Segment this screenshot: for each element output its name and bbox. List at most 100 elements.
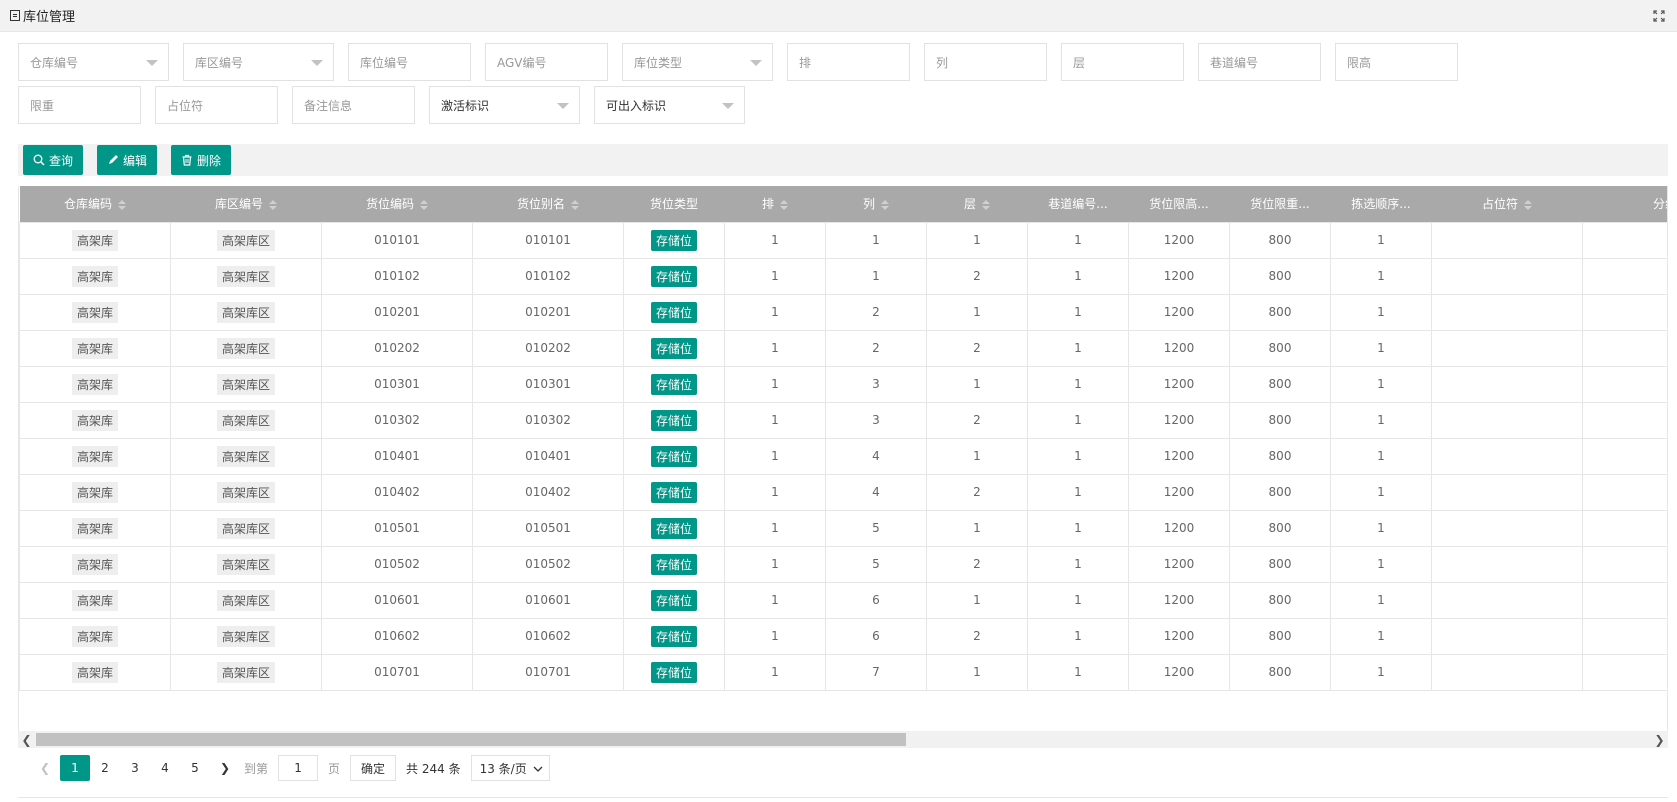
sort-icon[interactable] [420, 199, 428, 210]
scroll-left-icon[interactable]: ❮ [18, 731, 35, 748]
filter-input-0-row2[interactable]: 限重 [18, 86, 141, 124]
filter-input-2-row1[interactable]: 库位编号 [348, 43, 471, 81]
column-header[interactable]: 列 [826, 186, 927, 222]
scrollbar-thumb[interactable] [36, 733, 906, 746]
filter-input-5-row1[interactable]: 排 [787, 43, 910, 81]
fullscreen-icon[interactable] [1653, 10, 1665, 22]
table-cell: 1 [724, 653, 826, 691]
cell-value: 010401 [374, 449, 420, 463]
table-cell: 800 [1229, 581, 1331, 619]
table-row[interactable]: 高架库 高架库区 010101 010101 存储位 1 1 1 1 1200 800 1 0 [19, 221, 1667, 259]
table-cell: 1 [1330, 473, 1432, 511]
sort-icon[interactable] [118, 199, 126, 210]
filter-input-7-row1[interactable]: 层 [1061, 43, 1184, 81]
table-row[interactable]: 高架库 高架库区 010701 010701 存储位 1 7 1 1 1200 800 1 0 [19, 653, 1667, 691]
table-row[interactable]: 高架库 高架库区 010102 010102 存储位 1 1 2 1 1200 800 1 0 [19, 257, 1667, 295]
table-cell: 高架库区 [170, 473, 322, 511]
table-row[interactable]: 高架库 高架库区 010501 010501 存储位 1 5 1 1 1200 800 1 0 [19, 509, 1667, 547]
table-row[interactable]: 高架库 高架库区 010202 010202 存储位 1 2 2 1 1200 800 1 0 [19, 329, 1667, 367]
column-header[interactable]: 库区编号 [171, 186, 322, 222]
page-number[interactable]: 3 [120, 755, 150, 781]
page-number[interactable]: 5 [180, 755, 210, 781]
page-number[interactable]: 1 [60, 755, 90, 781]
table-cell: 1 [1330, 293, 1432, 331]
column-header[interactable]: 分组标识 [1583, 186, 1667, 222]
filter-select-0-row1[interactable]: 仓库编号 [18, 43, 169, 81]
column-header[interactable]: 货位别名 [473, 186, 624, 222]
cell-value: 010102 [525, 269, 571, 283]
table-row[interactable]: 高架库高架库区010601010601存储位1611120080010 [19, 581, 1667, 619]
cell-value: 4 [872, 485, 880, 499]
table-cell: 1 [1330, 257, 1432, 295]
table-row[interactable]: 高架库 高架库区 010602 010602 存储位 1 6 2 1 1200 800 1 0 [19, 617, 1667, 655]
edit-button[interactable]: 编辑 [97, 145, 158, 175]
table-row[interactable]: 高架库 高架库区 010402 010402 存储位 1 4 2 1 1200 800 1 0 [19, 473, 1667, 511]
sort-icon[interactable] [881, 199, 889, 210]
filter-placeholder: 可出入标识 [606, 98, 667, 113]
table-cell: 1 [1027, 545, 1129, 583]
column-header[interactable]: 货位类型 [624, 186, 725, 222]
filter-select-1-row1[interactable]: 库区编号 [183, 43, 334, 81]
column-header[interactable]: 拣选顺序... [1331, 186, 1432, 222]
scroll-right-icon[interactable]: ❯ [1651, 731, 1668, 748]
zone-tag: 高架库 [71, 373, 118, 395]
table-row[interactable]: 高架库 高架库区 010401 010401 存储位 1 4 1 1 1200 800 1 0 [19, 437, 1667, 475]
column-header[interactable]: 货位限高... [1129, 186, 1230, 222]
filter-select-3-row2[interactable]: 激活标识 [429, 86, 580, 124]
cell-value: 010201 [525, 305, 571, 319]
filter-input-6-row1[interactable]: 列 [924, 43, 1047, 81]
next-page-icon[interactable]: ❯ [210, 755, 240, 781]
horizontal-scrollbar[interactable]: ❮ ❯ [18, 731, 1668, 748]
page-size-select[interactable]: 13 条/页 [470, 755, 550, 781]
caret-down-icon [750, 60, 762, 66]
table-row[interactable]: 高架库 高架库区 010201 010201 存储位 1 2 1 1 1200 800 1 0 [19, 293, 1667, 331]
sort-icon[interactable] [571, 199, 579, 210]
table-row[interactable]: 高架库 高架库区 010302 010302 存储位 1 3 2 1 1200 800 1 0 [19, 401, 1667, 439]
zone-tag: 高架库 [71, 445, 118, 467]
page-number[interactable]: 2 [90, 755, 120, 781]
cell-value: 010502 [525, 557, 571, 571]
column-header[interactable]: 层 [927, 186, 1028, 222]
goto-confirm-button[interactable]: 确定 [350, 755, 397, 781]
query-button[interactable]: 查询 [23, 145, 84, 175]
filter-input-2-row2[interactable]: 备注信息 [292, 86, 415, 124]
cell-value: 1 [771, 557, 779, 571]
filter-select-4-row2[interactable]: 可出入标识 [594, 86, 745, 124]
filter-input-9-row1[interactable]: 限高 [1335, 43, 1458, 81]
table-cell: 高架库区 [170, 545, 322, 583]
column-header[interactable]: 货位限重... [1230, 186, 1331, 222]
table-cell: 1 [825, 221, 927, 259]
sort-icon[interactable] [269, 199, 277, 210]
column-header[interactable]: 排 [725, 186, 826, 222]
sort-icon[interactable] [982, 199, 990, 210]
table-cell: 1200 [1128, 545, 1230, 583]
table-cell: 存储位 [623, 221, 725, 259]
sort-icon[interactable] [780, 199, 788, 210]
filter-input-3-row1[interactable]: AGV编号 [485, 43, 608, 81]
column-header[interactable]: 占位符 [1432, 186, 1583, 222]
query-button-label: 查询 [49, 153, 74, 168]
page-number[interactable]: 4 [150, 755, 180, 781]
table-row[interactable]: 高架库 高架库区 010502 010502 存储位 1 5 2 1 1200 800 1 0 [19, 545, 1667, 583]
table-cell: 1 [1027, 401, 1129, 439]
prev-page-icon[interactable]: ❮ [30, 755, 60, 781]
table-cell [1431, 257, 1583, 295]
cell-value: 1200 [1163, 593, 1195, 607]
table-cell: 010202 [321, 329, 473, 367]
goto-page-input[interactable]: 1 [278, 755, 319, 781]
column-header[interactable]: 巷道编号... [1028, 186, 1129, 222]
column-header[interactable]: 仓库编码 [20, 186, 171, 222]
sort-icon[interactable] [1524, 199, 1532, 210]
cell-value: 800 [1268, 413, 1292, 427]
cell-value: 010402 [525, 485, 571, 499]
table-row[interactable]: 高架库 高架库区 010301 010301 存储位 1 3 1 1 1200 800 1 0 [19, 365, 1667, 403]
table-cell: 1200 [1128, 437, 1230, 475]
column-header[interactable]: 货位编码 [322, 186, 473, 222]
delete-button[interactable]: 删除 [171, 145, 232, 175]
table-cell: 1200 [1128, 221, 1230, 259]
filter-input-8-row1[interactable]: 巷道编号 [1198, 43, 1321, 81]
cell-value: 2 [973, 269, 981, 283]
cell-value: 1 [1377, 665, 1385, 679]
filter-input-1-row2[interactable]: 占位符 [155, 86, 278, 124]
filter-select-4-row1[interactable]: 库位类型 [622, 43, 773, 81]
